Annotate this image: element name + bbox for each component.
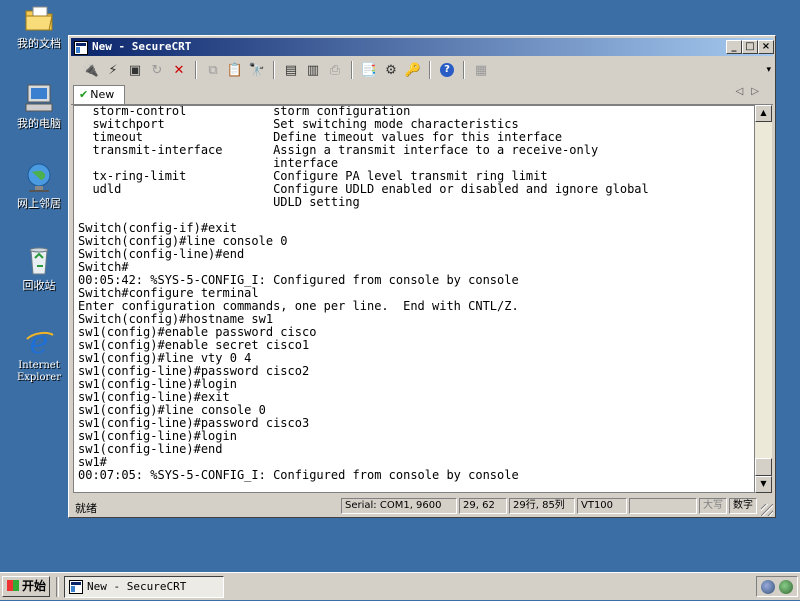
session-tab-strip: ✔ New ◁▷ xyxy=(71,84,773,105)
desktop-icon-network-places[interactable]: 网上邻居 xyxy=(8,162,70,210)
desktop-icon-my-documents[interactable]: 我的文档 xyxy=(8,2,70,50)
toolbar-separator xyxy=(195,61,197,79)
desktop-icon-label: 回收站 xyxy=(22,279,56,292)
help-icon[interactable]: ? xyxy=(437,60,457,80)
taskbar-button-label: New - SecureCRT xyxy=(87,580,187,593)
disconnect-icon[interactable]: ✕ xyxy=(169,60,189,80)
toolbar-overflow-icon[interactable]: ▾ xyxy=(766,65,771,75)
tab-label: New xyxy=(90,88,115,101)
status-blank-panel xyxy=(629,498,697,514)
connect-in-tab-icon[interactable]: ▣ xyxy=(125,60,145,80)
status-bar: 就绪 Serial: COM1, 9600 29, 62 29行, 85列 VT… xyxy=(71,496,773,516)
windows-flag-icon xyxy=(7,580,19,591)
scroll-down-button[interactable]: ▼ xyxy=(755,476,772,493)
find-icon[interactable]: 🔭 xyxy=(247,60,267,80)
desktop-icon-recycle-bin[interactable]: 回收站 xyxy=(8,244,70,292)
my-computer-icon xyxy=(23,82,55,114)
status-caps-lock: 大写 xyxy=(699,498,727,514)
terminal-output[interactable]: storm-control storm configuration switch… xyxy=(73,105,755,493)
toolbar: 🔌 ⚡ ▣ ↻ ✕ ⧉ 📋 🔭 ▤ ▥ ⎙ 📑 ⚙ 🔑 ? ▦ ▾ xyxy=(71,57,773,83)
title-bar[interactable]: New - SecureCRT _ □ × xyxy=(71,38,774,56)
session-options-icon[interactable]: 📑 xyxy=(359,60,379,80)
map-keys-icon[interactable]: ▦ xyxy=(471,60,491,80)
start-button[interactable]: 开始 xyxy=(2,576,50,597)
scroll-up-button[interactable]: ▲ xyxy=(755,105,772,122)
tab-scroll-right-icon[interactable]: ▷ xyxy=(751,86,767,97)
securecrt-app-icon xyxy=(69,580,83,594)
vertical-scrollbar[interactable]: ▲ ▼ xyxy=(755,105,772,493)
status-serial: Serial: COM1, 9600 xyxy=(341,498,457,514)
securecrt-app-icon[interactable] xyxy=(74,40,88,55)
resize-grip[interactable] xyxy=(761,504,773,516)
checkmark-icon: ✔ xyxy=(79,88,89,101)
status-terminal-size: 29行, 85列 xyxy=(509,498,575,514)
print-setup-icon[interactable]: ▤ xyxy=(281,60,301,80)
desktop-icon-label: Internet Explorer xyxy=(16,360,62,383)
window-title: New - SecureCRT xyxy=(92,40,192,53)
internet-explorer-icon: e xyxy=(23,323,55,361)
print-icon[interactable]: ⎙ xyxy=(325,60,345,80)
global-options-icon[interactable]: ⚙ xyxy=(381,60,401,80)
toolbar-separator xyxy=(351,61,353,79)
desktop-icon-label: 网上邻居 xyxy=(17,197,61,210)
taskbar: 开始 New - SecureCRT xyxy=(0,572,800,600)
terminal-text: storm-control storm configuration switch… xyxy=(78,105,649,482)
paste-icon[interactable]: 📋 xyxy=(225,60,245,80)
network-places-icon xyxy=(23,162,55,194)
scroll-thumb[interactable] xyxy=(755,458,772,476)
desktop-icon-label: 我的电脑 xyxy=(17,117,61,130)
taskbar-button-securecrt[interactable]: New - SecureCRT xyxy=(64,576,224,598)
my-documents-icon xyxy=(23,2,55,34)
tab-new-session[interactable]: ✔ New xyxy=(73,85,125,104)
status-terminal-type: VT100 xyxy=(577,498,627,514)
security-status-icon[interactable] xyxy=(779,580,793,594)
desktop-icon-my-computer[interactable]: 我的电脑 xyxy=(8,82,70,130)
desktop-icon-internet-explorer[interactable]: e Internet Explorer xyxy=(8,323,70,384)
print-selection-icon[interactable]: ▥ xyxy=(303,60,323,80)
recycle-bin-icon xyxy=(23,244,55,276)
close-button[interactable]: × xyxy=(758,40,774,54)
taskbar-separator xyxy=(56,577,59,597)
reconnect-icon[interactable]: ↻ xyxy=(147,60,167,80)
desktop-icon-label: 我的文档 xyxy=(17,37,61,50)
tab-scroll-arrows[interactable]: ◁▷ xyxy=(736,86,767,97)
securecrt-window: New - SecureCRT _ □ × 🔌 ⚡ ▣ ↻ ✕ ⧉ 📋 🔭 ▤ … xyxy=(68,35,776,518)
toolbar-separator xyxy=(429,61,431,79)
connect-icon[interactable]: 🔌 xyxy=(81,60,101,80)
network-status-icon[interactable] xyxy=(761,580,775,594)
toolbar-separator xyxy=(463,61,465,79)
key-icon[interactable]: 🔑 xyxy=(403,60,423,80)
status-ready-text: 就绪 xyxy=(75,502,97,515)
minimize-button[interactable]: _ xyxy=(726,40,742,54)
toolbar-separator xyxy=(273,61,275,79)
tab-scroll-left-icon[interactable]: ◁ xyxy=(736,86,752,97)
quick-connect-icon[interactable]: ⚡ xyxy=(103,60,123,80)
start-label: 开始 xyxy=(22,579,47,593)
maximize-button[interactable]: □ xyxy=(742,40,758,54)
status-num-lock: 数字 xyxy=(729,498,757,514)
status-cursor-position: 29, 62 xyxy=(459,498,507,514)
svg-text:e: e xyxy=(30,325,49,357)
copy-icon[interactable]: ⧉ xyxy=(203,60,223,80)
system-tray xyxy=(756,576,798,597)
